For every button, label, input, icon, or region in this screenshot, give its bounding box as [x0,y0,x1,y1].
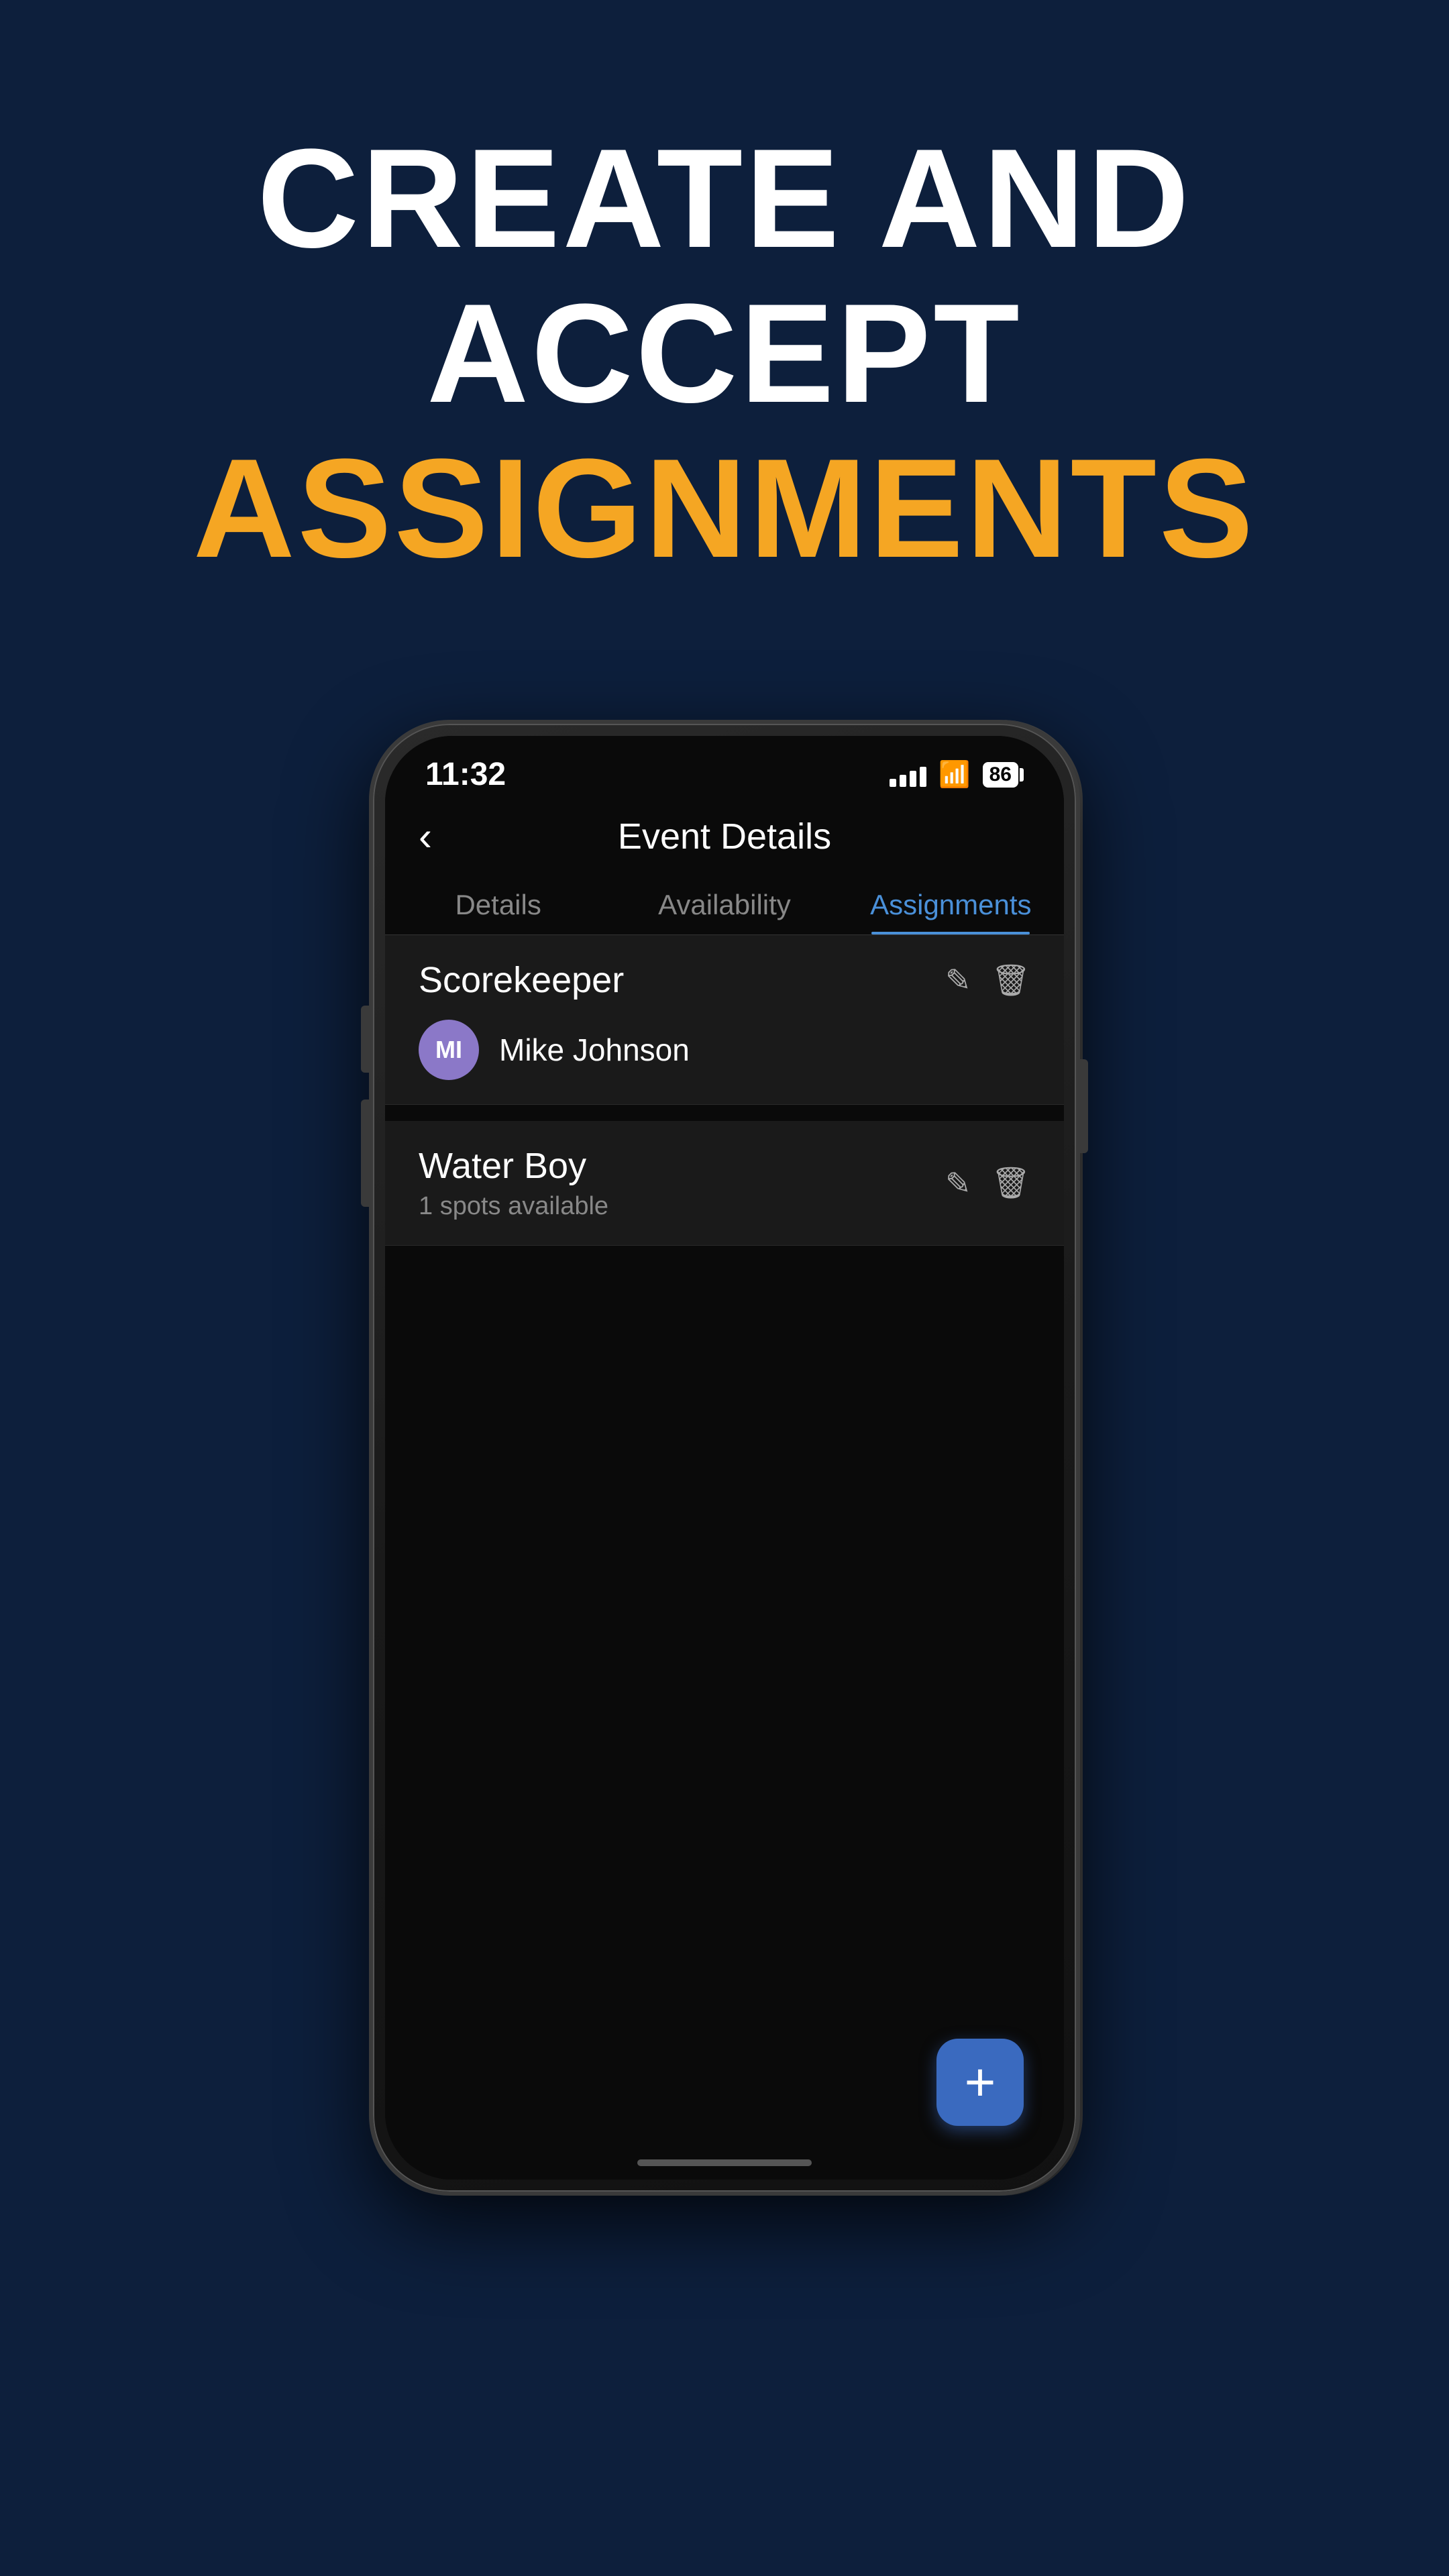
scorekeeper-header: Scorekeeper ✎ 🗑 [419,959,1030,1001]
card-gap [385,1105,1064,1121]
status-time: 11:32 [425,756,506,793]
home-indicator [637,2159,812,2166]
scorekeeper-person-row: MI Mike Johnson [419,1020,1030,1080]
waterboy-spots: 1 spots available [419,1192,608,1221]
mike-johnson-avatar: MI [419,1020,479,1080]
content-area: Scorekeeper ✎ 🗑 MI Mike Johnson [385,935,1064,2180]
tab-assignments[interactable]: Assignments [838,873,1064,934]
hero-line1: CREATE AND ACCEPT [0,121,1449,431]
scorekeeper-title: Scorekeeper [419,959,624,1001]
waterboy-actions: ✎ 🗑 [945,1165,1030,1201]
battery-tip [1020,768,1024,782]
hero-line2: ASSIGNMENTS [0,431,1449,586]
waterboy-header: Water Boy 1 spots available ✎ 🗑 [419,1145,1030,1221]
scorekeeper-actions: ✎ 🗑 [945,962,1030,999]
signal-bar-1 [890,779,896,787]
back-button[interactable]: ‹ [419,813,472,859]
signal-bar-3 [910,771,916,787]
tab-details[interactable]: Details [385,873,611,934]
power-button [1080,1059,1088,1153]
avatar-initials: MI [435,1036,462,1064]
volume-down-button [361,1099,369,1207]
status-bar: 11:32 📶 86 [385,736,1064,800]
phone-screen: 11:32 📶 86 ‹ Event Detai [385,736,1064,2180]
tab-bar: Details Availability Assignments [385,873,1064,935]
waterboy-title: Water Boy [419,1145,608,1187]
tab-availability[interactable]: Availability [611,873,837,934]
mike-johnson-name: Mike Johnson [499,1032,690,1068]
signal-bars-icon [890,763,926,787]
edit-waterboy-icon[interactable]: ✎ [945,1165,971,1201]
signal-bar-2 [900,775,906,787]
volume-up-button [361,1006,369,1073]
signal-bar-4 [920,767,926,787]
battery-percent: 86 [989,763,1012,786]
status-icons: 📶 86 [890,760,1024,790]
fab-plus-icon: + [965,2051,996,2113]
delete-waterboy-icon[interactable]: 🗑 [991,1165,1030,1201]
battery-indicator: 86 [983,762,1018,788]
navigation-bar: ‹ Event Details [385,800,1064,873]
waterboy-info: Water Boy 1 spots available [419,1145,608,1221]
hero-section: CREATE AND ACCEPT ASSIGNMENTS [0,121,1449,586]
delete-scorekeeper-icon[interactable]: 🗑 [991,962,1030,999]
nav-title: Event Details [472,816,977,857]
battery-container: 86 [983,762,1024,788]
phone-mockup: 11:32 📶 86 ‹ Event Detai [369,720,1080,2196]
assignment-card-scorekeeper: Scorekeeper ✎ 🗑 MI Mike Johnson [385,935,1064,1105]
edit-scorekeeper-icon[interactable]: ✎ [945,962,971,998]
add-assignment-fab[interactable]: + [936,2039,1024,2126]
assignment-card-waterboy: Water Boy 1 spots available ✎ 🗑 [385,1121,1064,1246]
wifi-icon: 📶 [938,760,970,790]
